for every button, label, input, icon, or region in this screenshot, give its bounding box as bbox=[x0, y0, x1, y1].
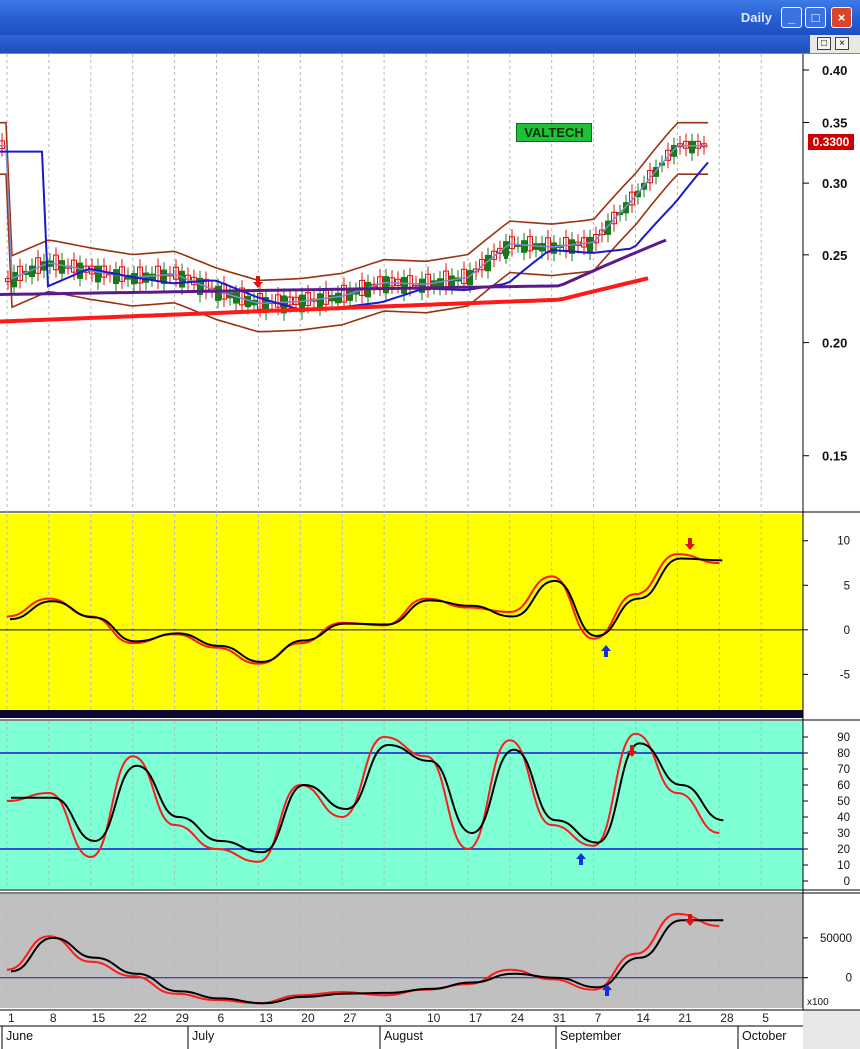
price-bar-body bbox=[233, 292, 239, 304]
date-tick-label: 7 bbox=[595, 1011, 602, 1025]
month-label: September bbox=[560, 1029, 621, 1043]
osc2-tick-label: 30 bbox=[837, 828, 850, 840]
month-label: August bbox=[384, 1029, 423, 1043]
osc2-tick-label: 0 bbox=[844, 876, 850, 888]
month-label: July bbox=[192, 1029, 215, 1043]
osc2-tick-label: 20 bbox=[837, 844, 850, 856]
date-tick-label: 1 bbox=[8, 1011, 15, 1025]
osc1-tick-label: -5 bbox=[840, 669, 850, 681]
price-bar-body bbox=[95, 265, 101, 283]
price-tick-label: 0.40 bbox=[822, 63, 847, 78]
date-tick-label: 29 bbox=[176, 1011, 190, 1025]
price-bar-body bbox=[587, 236, 593, 253]
date-tick-label: 28 bbox=[720, 1011, 734, 1025]
date-tick-label: 3 bbox=[385, 1011, 392, 1025]
price-bar-body bbox=[215, 285, 221, 301]
osc1-tick-label: 0 bbox=[844, 625, 850, 637]
axis-corner bbox=[803, 1010, 860, 1049]
price-bar-body bbox=[551, 242, 557, 254]
date-tick-label: 20 bbox=[301, 1011, 315, 1025]
osc3-tick-label: 0 bbox=[846, 973, 852, 985]
osc2-tick-label: 70 bbox=[837, 764, 850, 776]
price-bar-body bbox=[539, 243, 545, 252]
price-bar-body bbox=[317, 293, 323, 309]
osc3-tick-label: 50000 bbox=[820, 933, 852, 945]
osc1-tick-label: 5 bbox=[844, 580, 850, 592]
price-tick-label: 0.25 bbox=[822, 248, 847, 263]
oscillator3-panel bbox=[0, 894, 803, 1008]
price-bar-body bbox=[131, 273, 137, 285]
last-price-badge: 0.3300 bbox=[808, 134, 854, 150]
date-tick-label: 21 bbox=[678, 1011, 692, 1025]
osc2-tick-label: 50 bbox=[837, 796, 850, 808]
osc3-multiplier-label: x100 bbox=[807, 997, 829, 1008]
price-bar-body bbox=[347, 289, 353, 301]
date-tick-label: 17 bbox=[469, 1011, 483, 1025]
date-tick-label: 15 bbox=[92, 1011, 106, 1025]
osc1-tick-label: 10 bbox=[837, 536, 850, 548]
price-bar-body bbox=[143, 272, 149, 283]
oscillator2-panel bbox=[0, 721, 803, 889]
price-bar-body bbox=[521, 240, 527, 253]
price-tick-label: 0.35 bbox=[822, 116, 847, 131]
price-bar-body bbox=[689, 140, 695, 154]
osc2-tick-label: 60 bbox=[837, 780, 850, 792]
date-tick-label: 6 bbox=[218, 1011, 225, 1025]
price-axis-area bbox=[803, 54, 860, 1009]
ticker-label: VALTECH bbox=[516, 123, 592, 142]
date-tick-label: 27 bbox=[343, 1011, 357, 1025]
price-bar-body bbox=[449, 275, 455, 288]
date-tick-label: 10 bbox=[427, 1011, 441, 1025]
price-bar-body bbox=[113, 269, 119, 285]
price-bar-body bbox=[383, 276, 389, 294]
month-label: October bbox=[742, 1029, 786, 1043]
price-bar-body bbox=[59, 260, 65, 274]
date-tick-label: 8 bbox=[50, 1011, 57, 1025]
price-tick-label: 0.15 bbox=[822, 449, 847, 464]
date-tick-label: 14 bbox=[637, 1011, 651, 1025]
price-bar-body bbox=[335, 292, 341, 304]
chart-canvas[interactable]: 1 8 15 22 29 6 13 20 27 3 10 17 24 31 7 14 21 28 5 June July… bbox=[0, 0, 860, 1049]
date-tick-label: 24 bbox=[511, 1011, 525, 1025]
oscillator1-panel bbox=[0, 514, 803, 710]
date-tick-label: 31 bbox=[553, 1011, 567, 1025]
osc2-tick-label: 40 bbox=[837, 812, 850, 824]
month-label: June bbox=[6, 1029, 33, 1043]
price-bar-body bbox=[401, 276, 407, 294]
osc2-tick-label: 10 bbox=[837, 860, 850, 872]
panel-separator bbox=[0, 710, 803, 718]
price-bar-body bbox=[245, 295, 251, 308]
price-tick-label: 0.30 bbox=[822, 176, 847, 191]
date-tick-label: 13 bbox=[259, 1011, 273, 1025]
price-bar-body bbox=[179, 270, 185, 288]
date-tick-label: 5 bbox=[762, 1011, 769, 1025]
osc2-tick-label: 80 bbox=[837, 748, 850, 760]
price-tick-label: 0.20 bbox=[822, 336, 847, 351]
date-tick-label: 22 bbox=[134, 1011, 148, 1025]
price-bar-body bbox=[437, 278, 443, 288]
osc2-tick-label: 90 bbox=[837, 732, 850, 744]
